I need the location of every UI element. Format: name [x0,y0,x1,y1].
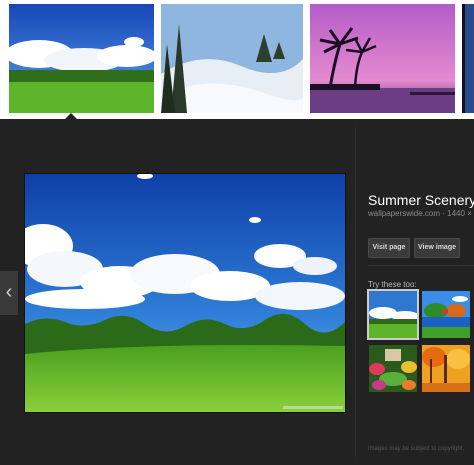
previous-image-button[interactable]: ‹ [0,271,18,315]
panel-divider [355,127,356,457]
green-field-thumbnail [369,291,417,338]
view-image-button[interactable]: View image [414,238,460,258]
flower-garden-thumbnail [369,345,417,392]
related-images-heading: Try these too: [368,280,417,289]
thumbnail-snowy-hills[interactable] [161,4,303,113]
thumbnail-strip [0,0,474,120]
preview-main-image[interactable] [25,174,345,412]
copyright-notice: Images may be subject to copyright. [368,446,465,452]
related-image-lake-autumn[interactable] [422,291,470,338]
autumn-forest-thumbnail [422,345,470,392]
lake-autumn-thumbnail [422,291,470,338]
image-preview-panel: ‹ Summer Scenery wallpaperswide.com · 14… [0,119,474,465]
thumbnail-partial[interactable] [462,4,474,113]
palm-sunset-thumbnail-image [310,4,455,113]
partial-thumbnail-image [462,4,474,113]
summer-scenery-thumbnail-image [9,4,154,113]
visit-page-button[interactable]: Visit page [368,238,410,258]
summer-scenery-image [25,174,345,412]
thumbnail-summer-scenery[interactable] [9,4,154,116]
snowy-hills-thumbnail-image [161,4,303,113]
image-source-info: wallpaperswide.com · 1440 × 1 [368,209,474,218]
related-image-green-field[interactable] [367,289,419,340]
related-image-flower-garden[interactable] [369,345,417,392]
related-image-autumn-forest[interactable] [422,345,470,392]
thumbnail-palm-sunset[interactable] [310,4,455,113]
section-separator [368,265,474,266]
selected-thumbnail-pointer [64,113,78,120]
chevron-left-icon: ‹ [5,281,13,303]
image-title[interactable]: Summer Scenery H [368,192,474,208]
